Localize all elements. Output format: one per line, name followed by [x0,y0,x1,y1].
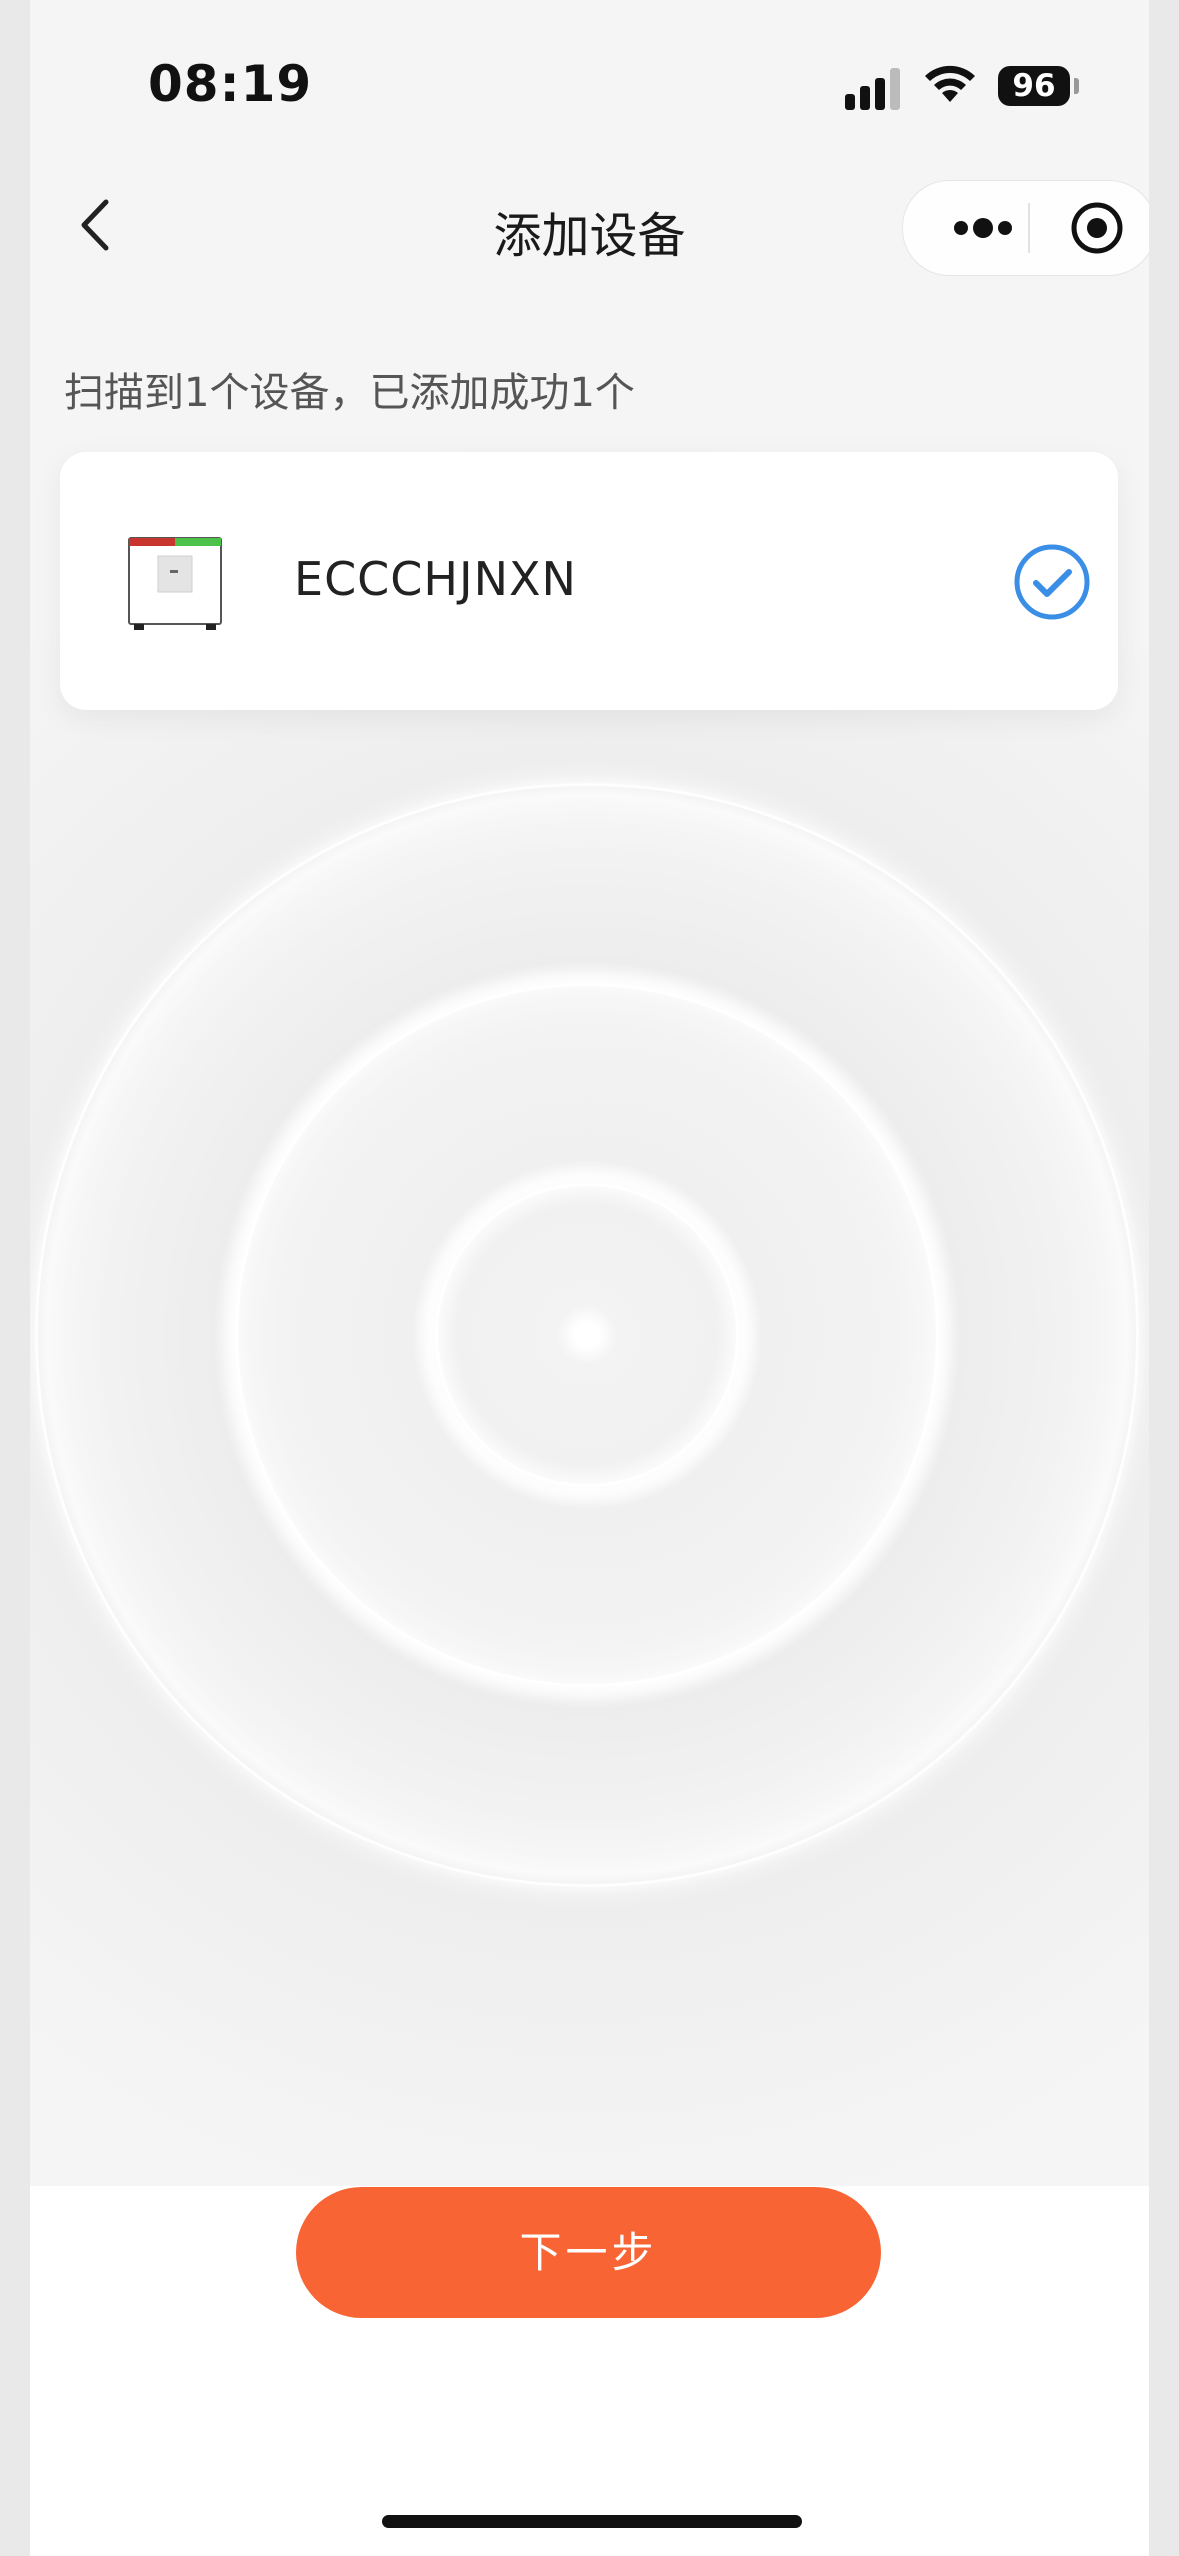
miniapp-capsule [902,180,1149,276]
status-time: 08:19 [148,55,313,113]
battery-nub [1074,78,1079,94]
scan-summary-text: 扫描到1个设备，已添加成功1个 [64,370,635,416]
device-list-item[interactable]: ECCCHJNXN [60,452,1118,710]
capsule-divider [1028,203,1030,253]
app-screen: 08:19 96 添加设备 扫描到1个设备，已添加成功1个 ECCCHJNXN … [30,0,1149,2556]
check-circle-icon[interactable] [1012,542,1092,622]
more-dots-icon[interactable] [943,211,1033,245]
device-name: ECCCHJNXN [294,552,577,606]
cellular-signal-icon [845,66,905,110]
device-thumbnail-icon [128,537,222,630]
battery-indicator: 96 [998,66,1070,106]
next-step-button[interactable]: 下一步 [296,2187,881,2318]
home-indicator [382,2515,802,2528]
target-close-icon[interactable] [1069,200,1125,256]
radar-ring-outer [35,783,1139,1887]
wifi-icon [925,65,975,102]
radar-scan-background [30,0,1149,2186]
